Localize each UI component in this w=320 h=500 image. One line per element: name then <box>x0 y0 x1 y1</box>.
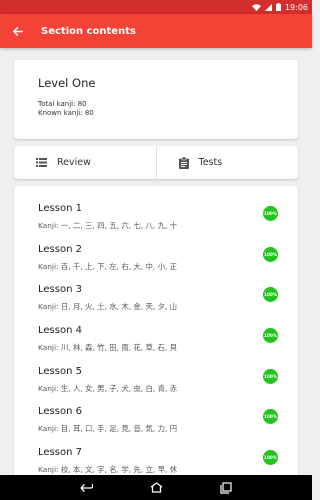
lesson-item-2[interactable]: Lesson 2 Kanji: 百, 千, 上, 下, 左, 右, 大, 中, … <box>14 244 298 284</box>
battery-icon <box>275 3 281 11</box>
progress-badge: 100% <box>263 328 278 343</box>
level-title: Level One <box>38 76 96 90</box>
review-label: Review <box>57 157 91 168</box>
progress-badge: 100% <box>263 369 278 384</box>
total-kanji-text: Total kanji: 80 <box>38 100 87 108</box>
progress-badge: 100% <box>263 287 278 302</box>
lesson-item-1[interactable]: Lesson 1 Kanji: 一, 二, 三, 四, 五, 六, 七, 八, … <box>14 203 298 243</box>
lesson-title: Lesson 1 <box>38 203 82 214</box>
lesson-title: Lesson 6 <box>38 406 82 417</box>
known-kanji-text: Known kanji: 80 <box>38 109 94 117</box>
lessons-list: Lesson 1 Kanji: 一, 二, 三, 四, 五, 六, 七, 八, … <box>14 186 298 486</box>
level-stats: Total kanji: 80 Known kanji: 80 <box>38 100 274 118</box>
lesson-item-4[interactable]: Lesson 4 Kanji: 川, 林, 森, 竹, 田, 雨, 花, 草, … <box>14 325 298 365</box>
lesson-title: Lesson 2 <box>38 244 82 255</box>
progress-badge: 100% <box>263 450 278 465</box>
level-summary-card: Level One Total kanji: 80 Known kanji: 8… <box>14 60 298 139</box>
status-bar: 19:06 <box>0 0 312 14</box>
recents-nav-icon[interactable] <box>216 478 236 498</box>
clipboard-icon <box>178 156 189 169</box>
lesson-title: Lesson 3 <box>38 284 82 295</box>
lesson-item-5[interactable]: Lesson 5 Kanji: 生, 人, 女, 男, 子, 犬, 虫, 白, … <box>14 366 298 406</box>
progress-badge: 100% <box>263 247 278 262</box>
lesson-item-6[interactable]: Lesson 6 Kanji: 目, 耳, 口, 手, 足, 見, 音, 気, … <box>14 406 298 446</box>
system-nav-bar <box>0 475 312 500</box>
lesson-kanji: Kanji: 川, 林, 森, 竹, 田, 雨, 花, 草, 石, 貝 <box>38 343 178 352</box>
lesson-kanji: Kanji: 校, 本, 文, 字, 名, 学, 先, 立, 早, 休 <box>38 465 178 474</box>
progress-badge: 100% <box>263 409 278 424</box>
lesson-title: Lesson 5 <box>38 366 82 377</box>
home-nav-icon[interactable] <box>146 478 166 498</box>
lesson-item-3[interactable]: Lesson 3 Kanji: 日, 月, 火, 土, 水, 木, 金, 天, … <box>14 284 298 324</box>
arrow-back-icon <box>12 26 23 37</box>
lesson-kanji: Kanji: 百, 千, 上, 下, 左, 右, 大, 中, 小, 正 <box>38 262 178 271</box>
lesson-kanji: Kanji: 日, 月, 火, 土, 水, 木, 金, 天, 夕, 山 <box>38 302 178 311</box>
review-button[interactable]: Review <box>14 146 156 179</box>
wifi-icon <box>251 3 261 11</box>
tests-button[interactable]: Tests <box>155 146 299 179</box>
app-bar: Section contents <box>0 14 312 48</box>
status-time: 19:06 <box>284 2 308 12</box>
tests-label: Tests <box>198 157 223 168</box>
progress-badge: 100% <box>263 206 278 221</box>
lesson-kanji: Kanji: 目, 耳, 口, 手, 足, 見, 音, 気, 力, 円 <box>38 424 178 433</box>
signal-icon <box>264 3 272 11</box>
list-icon <box>36 158 47 167</box>
lesson-kanji: Kanji: 生, 人, 女, 男, 子, 犬, 虫, 白, 青, 赤 <box>38 384 178 393</box>
lesson-title: Lesson 7 <box>38 447 82 458</box>
back-nav-icon[interactable] <box>76 478 96 498</box>
lesson-kanji: Kanji: 一, 二, 三, 四, 五, 六, 七, 八, 九, 十 <box>38 221 178 230</box>
back-button[interactable] <box>0 14 34 48</box>
lesson-title: Lesson 4 <box>38 325 82 336</box>
page-title: Section contents <box>41 25 136 37</box>
actions-card: Review Tests <box>14 146 298 179</box>
